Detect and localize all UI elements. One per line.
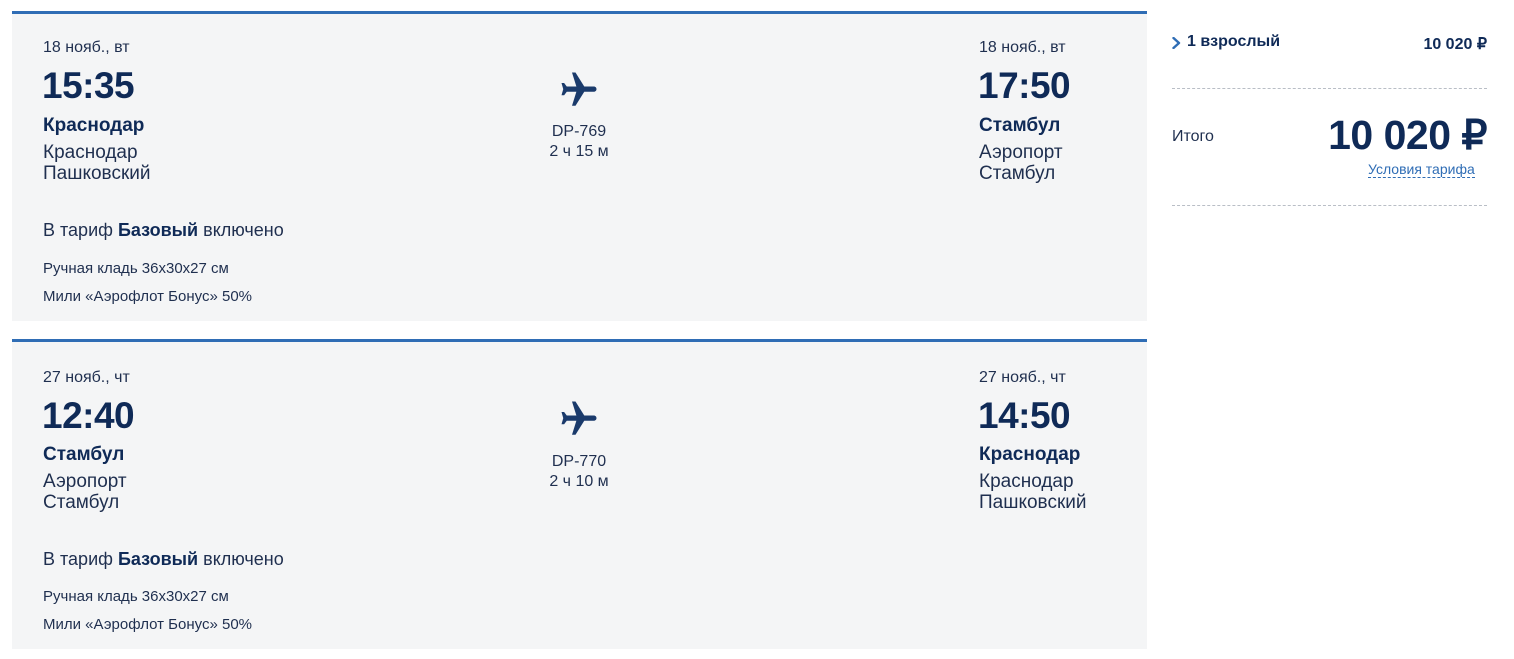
tariff-conditions-wrap: Условия тарифа [1368, 161, 1475, 179]
passengers-price: 10 020 ₽ [1423, 36, 1487, 53]
tariff-name: Базовый [117, 549, 199, 569]
chevron-right-icon [1172, 36, 1181, 49]
flight-duration: 2 ч 10 м [549, 473, 609, 490]
airplane-icon [558, 398, 600, 440]
departure-airport: Краснодар Пашковский [43, 142, 151, 184]
departure-time: 12:40 [42, 395, 135, 436]
arrival-time: 14:50 [978, 395, 1071, 436]
departure-time: 15:35 [42, 65, 135, 106]
tariff-prefix: В тариф [43, 549, 113, 569]
departure-city: Краснодар [43, 115, 145, 136]
flight-number: DP-770 [551, 453, 607, 470]
passengers-toggle[interactable]: 1 взрослый [1172, 33, 1280, 51]
tariff-name: Базовый [117, 220, 199, 240]
tariff-feature-baggage: Ручная кладь 36x30x27 см [43, 260, 229, 277]
arrival-airport: Аэропорт Стамбул [979, 142, 1063, 184]
tariff-suffix: включено [203, 220, 284, 240]
flight-segment-card-outbound: 18 нояб., вт 15:35 Краснодар Краснодар П… [12, 11, 1147, 321]
airplane-icon [558, 69, 600, 111]
departure-date: 18 нояб., вт [43, 39, 130, 56]
flight-segment-card-return: 27 нояб., чт 12:40 Стамбул Аэропорт Стам… [12, 339, 1147, 649]
tariff-prefix: В тариф [43, 220, 113, 240]
arrival-city: Краснодар [979, 444, 1081, 465]
summary-divider [1172, 205, 1487, 206]
tariff-conditions-link[interactable]: Условия тарифа [1368, 161, 1475, 178]
flight-number: DP-769 [551, 123, 607, 140]
arrival-time: 17:50 [978, 65, 1071, 106]
departure-date: 27 нояб., чт [43, 369, 130, 386]
arrival-date: 27 нояб., чт [979, 369, 1066, 386]
tariff-included-line: В тариф Базовый включено [43, 220, 284, 241]
departure-city: Стамбул [43, 444, 125, 465]
departure-airport: Аэропорт Стамбул [43, 471, 127, 513]
tariff-feature-miles: Мили «Аэрофлот Бонус» 50% [43, 616, 253, 633]
flight-duration: 2 ч 15 м [549, 143, 609, 160]
tariff-feature-baggage: Ручная кладь 36x30x27 см [43, 588, 229, 605]
arrival-date: 18 нояб., вт [979, 39, 1066, 56]
passengers-label: 1 взрослый [1187, 33, 1281, 50]
tariff-included-line: В тариф Базовый включено [43, 549, 284, 570]
tariff-suffix: включено [203, 549, 284, 569]
arrival-city: Стамбул [979, 115, 1061, 136]
total-amount: 10 020 ₽ [1328, 112, 1487, 158]
tariff-feature-miles: Мили «Аэрофлот Бонус» 50% [43, 288, 253, 305]
arrival-airport: Краснодар Пашковский [979, 471, 1087, 513]
summary-divider [1172, 88, 1487, 89]
